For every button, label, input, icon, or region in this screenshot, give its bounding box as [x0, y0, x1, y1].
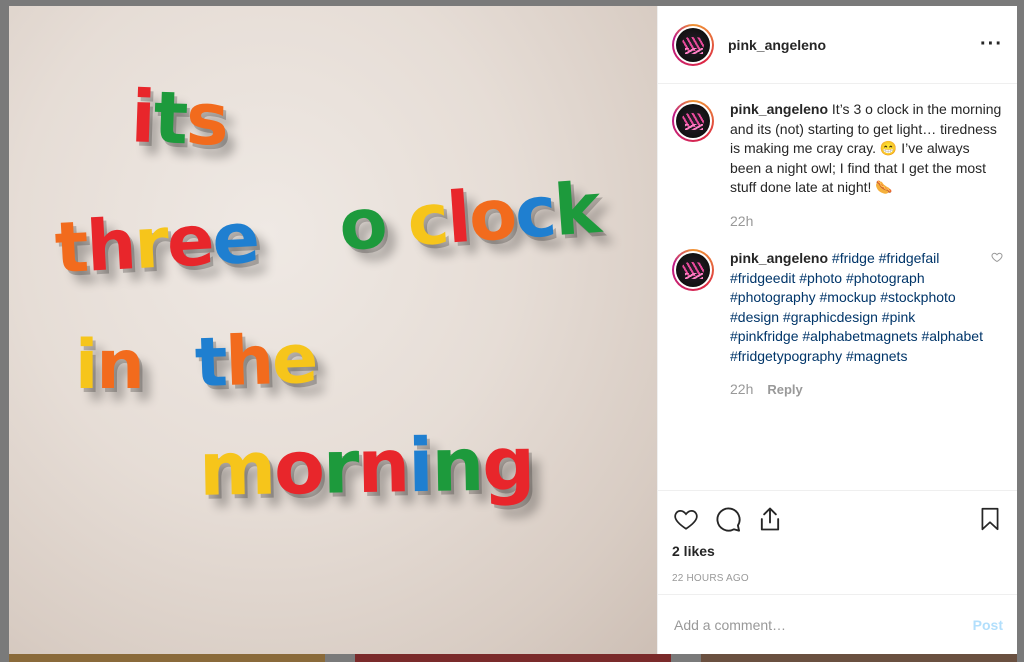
magnet-letter: o: [466, 172, 518, 258]
magnet-letter: s: [184, 76, 229, 162]
magnet-letter: e: [270, 319, 318, 401]
comment-time[interactable]: 22h: [730, 212, 753, 232]
magnet-letter: n: [430, 421, 483, 509]
avatar-image: [676, 104, 710, 138]
thumbnail[interactable]: [9, 654, 325, 662]
post-timestamp[interactable]: 22 HOURS AGO: [672, 573, 1003, 584]
comment-hashtags[interactable]: #fridge #fridgefail #fridgeedit #photo #…: [730, 250, 983, 364]
add-comment-bar: Post: [658, 594, 1017, 654]
magnet-letter: h: [84, 203, 137, 288]
magnet-letter: e: [210, 196, 260, 282]
magnet-line-morning: morning: [198, 421, 534, 513]
magnet-letter: n: [96, 326, 144, 405]
post-comment-button[interactable]: Post: [973, 617, 1003, 633]
magnet-letter: t: [52, 205, 89, 290]
magnet-letter: h: [224, 321, 274, 403]
post-modal: its three o clock in the morning pink_an…: [9, 6, 1017, 654]
more-horizontal-icon[interactable]: ···: [980, 33, 1003, 56]
magnet-letter: g: [481, 421, 534, 508]
avatar-image: [676, 27, 710, 62]
header-username[interactable]: pink_angeleno: [728, 37, 980, 53]
thumbnail[interactable]: [355, 654, 671, 662]
magnet-line-three: three: [53, 197, 260, 290]
reply-button[interactable]: Reply: [767, 380, 802, 400]
magnet-letter: r: [132, 201, 169, 286]
post-header: pink_angeleno ···: [658, 6, 1017, 84]
magnet-letter: o: [336, 181, 389, 267]
magnet-letter: m: [198, 425, 275, 513]
magnet-letter: t: [152, 75, 188, 161]
magnet-line-its: its: [130, 74, 229, 161]
magnet-letter: n: [356, 423, 409, 511]
magnet-letter: c: [404, 177, 450, 263]
magnet-letter: i: [129, 74, 156, 160]
heart-icon[interactable]: [672, 506, 700, 532]
magnet-letter: i: [75, 326, 98, 405]
comment-time[interactable]: 22h: [730, 380, 753, 400]
share-icon[interactable]: [756, 505, 784, 533]
magnet-letter: k: [551, 167, 602, 252]
avatar[interactable]: [672, 23, 714, 66]
magnet-letter: t: [193, 323, 227, 404]
caption-comment: pink_angeleno It’s 3 o clock in the morn…: [672, 100, 1003, 231]
likes-count[interactable]: 2 likes: [672, 543, 1003, 559]
comment-author[interactable]: pink_angeleno: [730, 250, 828, 266]
post-photo[interactable]: its three o clock in the morning: [9, 6, 657, 654]
magnet-letter: e: [164, 199, 215, 284]
comments-list: pink_angeleno It’s 3 o clock in the morn…: [658, 84, 1017, 490]
magnet-line-oclock: o clock: [336, 167, 601, 267]
thumbnail[interactable]: [701, 654, 1017, 662]
comment-icon[interactable]: [714, 505, 742, 533]
avatar-image: [676, 253, 710, 287]
like-comment-heart-icon[interactable]: [991, 251, 1003, 400]
magnet-line-the: the: [194, 320, 318, 403]
comment-author[interactable]: pink_angeleno: [730, 101, 828, 117]
magnet-letter: r: [322, 424, 359, 511]
post-sidebar: pink_angeleno ··· pink_angeleno It’s 3 o…: [657, 6, 1017, 654]
post-actions: 2 likes 22 HOURS AGO: [658, 490, 1017, 594]
magnet-letter: i: [407, 422, 433, 510]
feed-thumbnails-strip: [9, 654, 1017, 662]
magnet-letter: o: [273, 424, 324, 512]
avatar[interactable]: [672, 100, 714, 142]
bookmark-icon[interactable]: [977, 505, 1003, 533]
magnet-line-in: in: [75, 326, 145, 405]
avatar[interactable]: [672, 249, 714, 291]
hashtag-comment: pink_angeleno #fridge #fridgefail #fridg…: [672, 249, 1003, 400]
magnet-letter: c: [512, 170, 558, 255]
comment-input[interactable]: [674, 616, 973, 633]
